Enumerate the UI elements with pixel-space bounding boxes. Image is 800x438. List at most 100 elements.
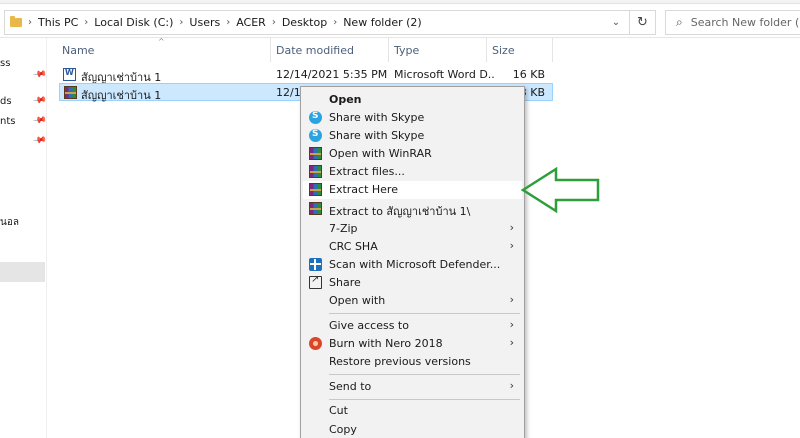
menu-item-extract-to[interactable]: Extract to สัญญาเช่าบ้าน 1\ [303,200,522,218]
menu-item-label: Share with Skype [329,111,425,124]
column-header-label: Date modified [276,43,354,57]
menu-item-label: Extract files... [329,165,405,178]
menu-item-restore-versions[interactable]: Restore previous versions [303,353,522,371]
nav-item-label: nts [0,116,16,127]
nav-item-selected[interactable] [0,262,45,282]
menu-item-label: Extract Here [329,183,398,196]
pin-icon[interactable]: 📌 [32,94,47,108]
breadcrumb-local-disk[interactable]: Local Disk (C:) [94,16,173,29]
chevron-right-icon[interactable]: › [179,17,183,28]
menu-item-cut[interactable]: Cut [303,402,522,420]
nav-item-pin-only[interactable]: 📌 [0,68,47,86]
pin-icon[interactable]: 📌 [32,134,47,148]
column-header-label: Type [394,43,420,57]
nav-item[interactable]: nts 📌 [0,114,47,132]
breadcrumb-new-folder[interactable]: New folder (2) [343,16,422,29]
context-menu: Open Share with Skype Share with Skype O… [300,86,525,438]
pin-icon[interactable]: 📌 [32,68,47,82]
menu-separator [329,313,520,314]
menu-item-7zip[interactable]: 7-Zip › [303,220,522,238]
menu-item-label: Restore previous versions [329,355,471,368]
menu-item-label: 7-Zip [329,222,358,235]
annotation-arrow-icon [520,166,600,214]
menu-item-label: Burn with Nero 2018 [329,337,443,350]
menu-item-open-with[interactable]: Open with › [303,292,522,310]
column-header-size[interactable]: Size [487,38,553,62]
column-header-date[interactable]: Date modified [271,38,389,62]
nav-item[interactable]: นอล [0,213,47,231]
winrar-icon [309,147,322,160]
folder-icon [10,16,22,27]
breadcrumb-acer[interactable]: ACER [236,16,266,29]
menu-item-label: Give access to [329,319,409,332]
breadcrumb-this-pc[interactable]: This PC [38,16,78,29]
chevron-right-icon[interactable]: › [333,17,337,28]
skype-icon [309,129,322,142]
file-date: 12/14/2021 5:35 PM [276,68,388,81]
search-input[interactable] [690,16,800,29]
column-header-name[interactable]: Name [57,38,271,62]
file-size: 16 KB [512,68,545,81]
address-bar-row: › This PC › Local Disk (C:) › Users › AC… [0,6,800,38]
chevron-right-icon: › [509,293,514,306]
refresh-icon[interactable]: ↻ [629,11,655,34]
word-document-icon [63,68,76,81]
column-header-label: Name [62,43,95,57]
chevron-right-icon[interactable]: › [84,17,88,28]
chevron-down-icon[interactable]: ⌄ [605,11,627,34]
nero-icon [309,337,322,350]
navigation-pane: ss ds 📌 nts 📌 📌 📌 นอล [0,38,47,438]
chevron-right-icon[interactable]: › [272,17,276,28]
winrar-icon [64,86,77,99]
chevron-right-icon: › [509,239,514,252]
share-icon [309,274,322,289]
file-name: สัญญาเช่าบ้าน 1 [81,89,162,102]
skype-icon [309,111,322,124]
chevron-right-icon: › [509,318,514,331]
menu-item-open-with-winrar[interactable]: Open with WinRAR [303,145,522,163]
menu-item-label: CRC SHA [329,240,378,253]
search-icon: ⌕ [676,15,683,29]
menu-item-label: Copy [329,423,357,436]
pin-icon[interactable]: 📌 [32,114,47,128]
menu-item-share-with-skype[interactable]: Share with Skype [303,127,522,145]
menu-item-crc-sha[interactable]: CRC SHA › [303,238,522,256]
chevron-right-icon[interactable]: › [28,17,32,28]
menu-item-label: Open with [329,294,386,307]
chevron-right-icon: › [509,379,514,392]
menu-item-share[interactable]: Share [303,274,522,292]
menu-separator [329,374,520,375]
breadcrumb-users[interactable]: Users [189,16,220,29]
chevron-right-icon: › [509,336,514,349]
file-row[interactable]: สัญญาเช่าบ้าน 1 12/14/2021 5:35 PM Micro… [59,66,553,84]
menu-item-scan-defender[interactable]: Scan with Microsoft Defender... [303,256,522,274]
breadcrumb-desktop[interactable]: Desktop [282,16,327,29]
menu-item-open[interactable]: Open [303,91,522,109]
menu-item-label: Extract to สัญญาเช่าบ้าน 1\ [329,205,471,218]
menu-item-label: Open [329,93,362,106]
menu-item-burn-nero[interactable]: Burn with Nero 2018 › [303,335,522,353]
menu-item-give-access[interactable]: Give access to › [303,317,522,335]
defender-shield-icon [309,258,322,271]
address-bar[interactable]: › This PC › Local Disk (C:) › Users › AC… [4,10,656,35]
nav-item-pin-only[interactable]: 📌 [0,134,47,152]
menu-item-share-with-skype[interactable]: Share with Skype [303,109,522,127]
menu-item-extract-here[interactable]: Extract Here [303,181,522,199]
nav-item-label: นอล [0,217,19,228]
menu-item-extract-files[interactable]: Extract files... [303,163,522,181]
menu-item-send-to[interactable]: Send to › [303,378,522,396]
file-type: Microsoft Word D... [394,68,494,81]
winrar-icon [309,202,322,215]
menu-item-label: Share [329,276,361,289]
search-box[interactable]: ⌕ [665,10,800,35]
menu-item-label: Send to [329,380,372,393]
chevron-right-icon[interactable]: › [226,17,230,28]
ribbon-strip [0,0,800,4]
column-header-type[interactable]: Type [389,38,487,62]
nav-item-label: ds [0,96,12,107]
menu-item-copy[interactable]: Copy [303,421,522,438]
menu-item-label: Share with Skype [329,129,425,142]
menu-separator [329,399,520,400]
nav-item[interactable]: ds 📌 [0,94,47,112]
menu-item-label: Scan with Microsoft Defender... [329,258,501,271]
